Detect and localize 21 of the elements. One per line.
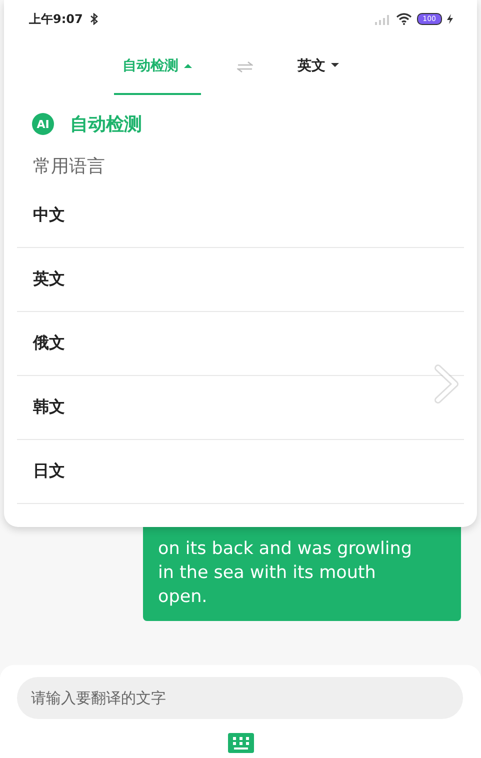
language-item[interactable]: 韩文	[17, 376, 464, 440]
language-item[interactable]: 中文	[17, 184, 464, 248]
wifi-icon	[396, 13, 412, 25]
caret-icon	[330, 63, 338, 68]
keyboard-icon[interactable]	[228, 733, 254, 753]
bluetooth-icon	[90, 13, 98, 25]
caret-icon	[184, 63, 192, 68]
auto-detect-label: 自动检测	[70, 113, 142, 136]
message-text: on its back and was growling in the sea with its mouth open.	[158, 538, 413, 609]
input-field[interactable]: 请输入要翻译的文字	[17, 677, 463, 719]
charging-icon	[447, 14, 453, 24]
section-title: 常用语言	[32, 155, 106, 179]
language-tab[interactable]: 英文	[288, 38, 348, 95]
language-item[interactable]: 英文	[17, 248, 464, 312]
status-time: 上午9:07	[29, 10, 83, 28]
swap-icon[interactable]	[236, 60, 252, 72]
language-item[interactable]: 俄文	[17, 312, 464, 376]
signal-icon	[374, 14, 391, 24]
chevron-right-icon[interactable]	[433, 364, 461, 404]
ai-badge: AI	[32, 113, 54, 135]
language-item[interactable]: 日文	[17, 440, 464, 504]
